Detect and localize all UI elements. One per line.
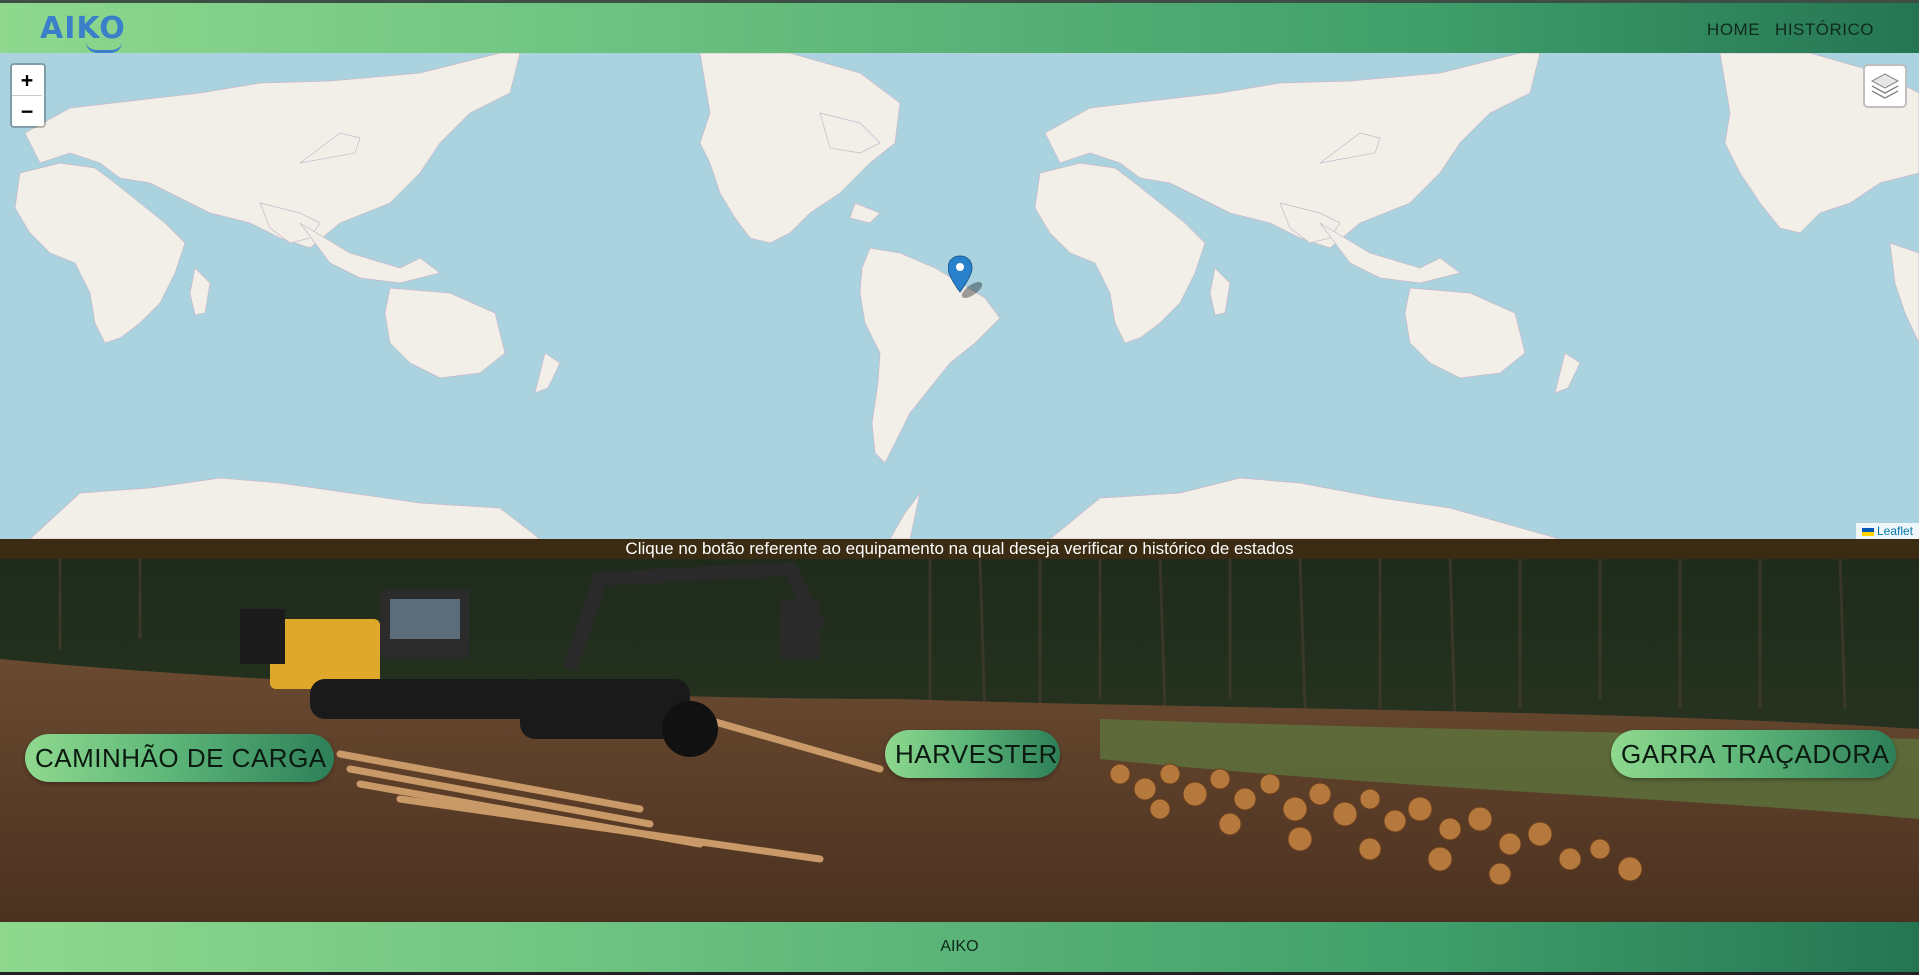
instruction-caption: Clique no botão referente ao equipamento… <box>0 539 1919 559</box>
harvester-button[interactable]: HARVESTER <box>885 730 1060 778</box>
nav-home-link[interactable]: HOME <box>1707 20 1760 40</box>
leaflet-link[interactable]: Leaflet <box>1877 524 1913 538</box>
aiko-logo[interactable]: AIKO <box>40 11 126 46</box>
layers-icon <box>1870 73 1900 99</box>
footer-text: AIKO <box>940 938 979 955</box>
caminhao-de-carga-button[interactable]: CAMINHÃO DE CARGA <box>25 734 334 782</box>
ukraine-flag-icon <box>1861 527 1874 536</box>
zoom-control: + − <box>10 63 46 128</box>
map-pin-icon[interactable] <box>948 254 988 299</box>
zoom-out-button[interactable]: − <box>12 96 42 126</box>
layers-control-button[interactable] <box>1863 64 1907 108</box>
page-footer: AIKO <box>0 922 1919 972</box>
nav-historico-link[interactable]: HISTÓRICO <box>1775 20 1874 40</box>
logo-swoosh <box>86 42 122 53</box>
map-attribution: Leaflet <box>1855 523 1919 539</box>
main-nav: HOME HISTÓRICO <box>1707 20 1874 40</box>
equipment-banner: CAMINHÃO DE CARGA HARVESTER GARRA TRAÇAD… <box>0 559 1919 922</box>
garra-tracadora-button[interactable]: GARRA TRAÇADORA <box>1611 730 1896 778</box>
top-navbar: AIKO HOME HISTÓRICO <box>0 0 1919 53</box>
zoom-in-button[interactable]: + <box>12 65 42 96</box>
world-map[interactable]: + − Leaflet <box>0 53 1919 539</box>
